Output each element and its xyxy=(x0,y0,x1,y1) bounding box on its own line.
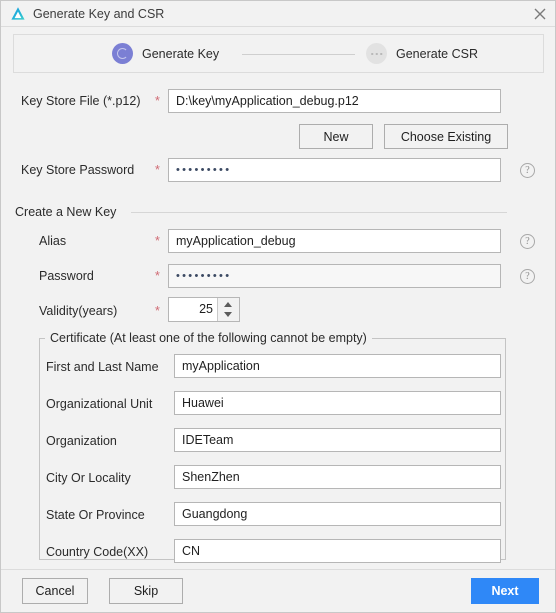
state-or-province-input[interactable] xyxy=(174,502,501,526)
alias-label: Alias xyxy=(39,234,67,248)
step-bullet-active-icon xyxy=(112,43,133,64)
validity-required-marker: * xyxy=(155,304,160,318)
first-and-last-name-input[interactable] xyxy=(174,354,501,378)
dialog-footer: Cancel Skip Next xyxy=(1,569,555,612)
validity-spinner-arrows[interactable] xyxy=(217,298,239,321)
key-store-password-label: Key Store Password xyxy=(21,163,135,177)
stepper-connector-line xyxy=(242,54,355,55)
new-key-password-input[interactable]: ••••••••• xyxy=(168,264,501,288)
create-new-key-section-title: Create a New Key xyxy=(15,205,124,219)
country-code-input[interactable] xyxy=(174,539,501,563)
key-store-file-label: Key Store File (*.p12) xyxy=(21,94,141,108)
spinner-down-icon[interactable] xyxy=(224,312,232,317)
organization-input[interactable] xyxy=(174,428,501,452)
generate-key-and-csr-dialog: Generate Key and CSR Generate Key Genera… xyxy=(0,0,556,613)
deveco-logo-icon xyxy=(10,6,26,22)
key-store-password-required-marker: * xyxy=(155,163,160,177)
next-button[interactable]: Next xyxy=(471,578,539,604)
city-or-locality-label: City Or Locality xyxy=(46,471,131,485)
spinner-up-icon[interactable] xyxy=(224,302,232,307)
validity-input[interactable]: 25 xyxy=(169,298,219,321)
step-bullet-inactive-icon xyxy=(366,43,387,64)
alias-help-icon[interactable]: ? xyxy=(520,234,535,249)
choose-existing-button[interactable]: Choose Existing xyxy=(384,124,508,149)
alias-required-marker: * xyxy=(155,234,160,248)
organizational-unit-input[interactable] xyxy=(174,391,501,415)
new-key-password-required-marker: * xyxy=(155,269,160,283)
key-store-password-help-icon[interactable]: ? xyxy=(520,163,535,178)
key-store-password-input[interactable]: ••••••••• xyxy=(168,158,501,182)
stepper-step-generate-csr-label: Generate CSR xyxy=(396,46,478,61)
state-or-province-label: State Or Province xyxy=(46,508,145,522)
validity-stepper[interactable]: 25 xyxy=(168,297,240,322)
cancel-button[interactable]: Cancel xyxy=(22,578,88,604)
certificate-groupbox-title: Certificate (At least one of the followi… xyxy=(45,331,372,345)
dialog-titlebar: Generate Key and CSR xyxy=(1,1,555,27)
dialog-title: Generate Key and CSR xyxy=(33,7,165,21)
alias-input[interactable] xyxy=(168,229,501,253)
validity-label: Validity(years) xyxy=(39,304,118,318)
skip-button[interactable]: Skip xyxy=(109,578,183,604)
first-and-last-name-label: First and Last Name xyxy=(46,360,159,374)
create-new-key-section-divider xyxy=(131,212,507,213)
key-store-file-required-marker: * xyxy=(155,94,160,108)
organization-label: Organization xyxy=(46,434,117,448)
city-or-locality-input[interactable] xyxy=(174,465,501,489)
stepper-step-generate-csr[interactable]: Generate CSR xyxy=(366,35,478,72)
close-icon[interactable] xyxy=(529,4,551,24)
wizard-stepper: Generate Key Generate CSR xyxy=(13,34,544,73)
new-key-password-help-icon[interactable]: ? xyxy=(520,269,535,284)
stepper-step-generate-key[interactable]: Generate Key xyxy=(112,35,219,72)
country-code-label: Country Code(XX) xyxy=(46,545,149,559)
organizational-unit-label: Organizational Unit xyxy=(46,397,153,411)
key-store-file-input[interactable] xyxy=(168,89,501,113)
new-button[interactable]: New xyxy=(299,124,373,149)
stepper-step-generate-key-label: Generate Key xyxy=(142,46,220,61)
new-key-password-label: Password xyxy=(39,269,94,283)
